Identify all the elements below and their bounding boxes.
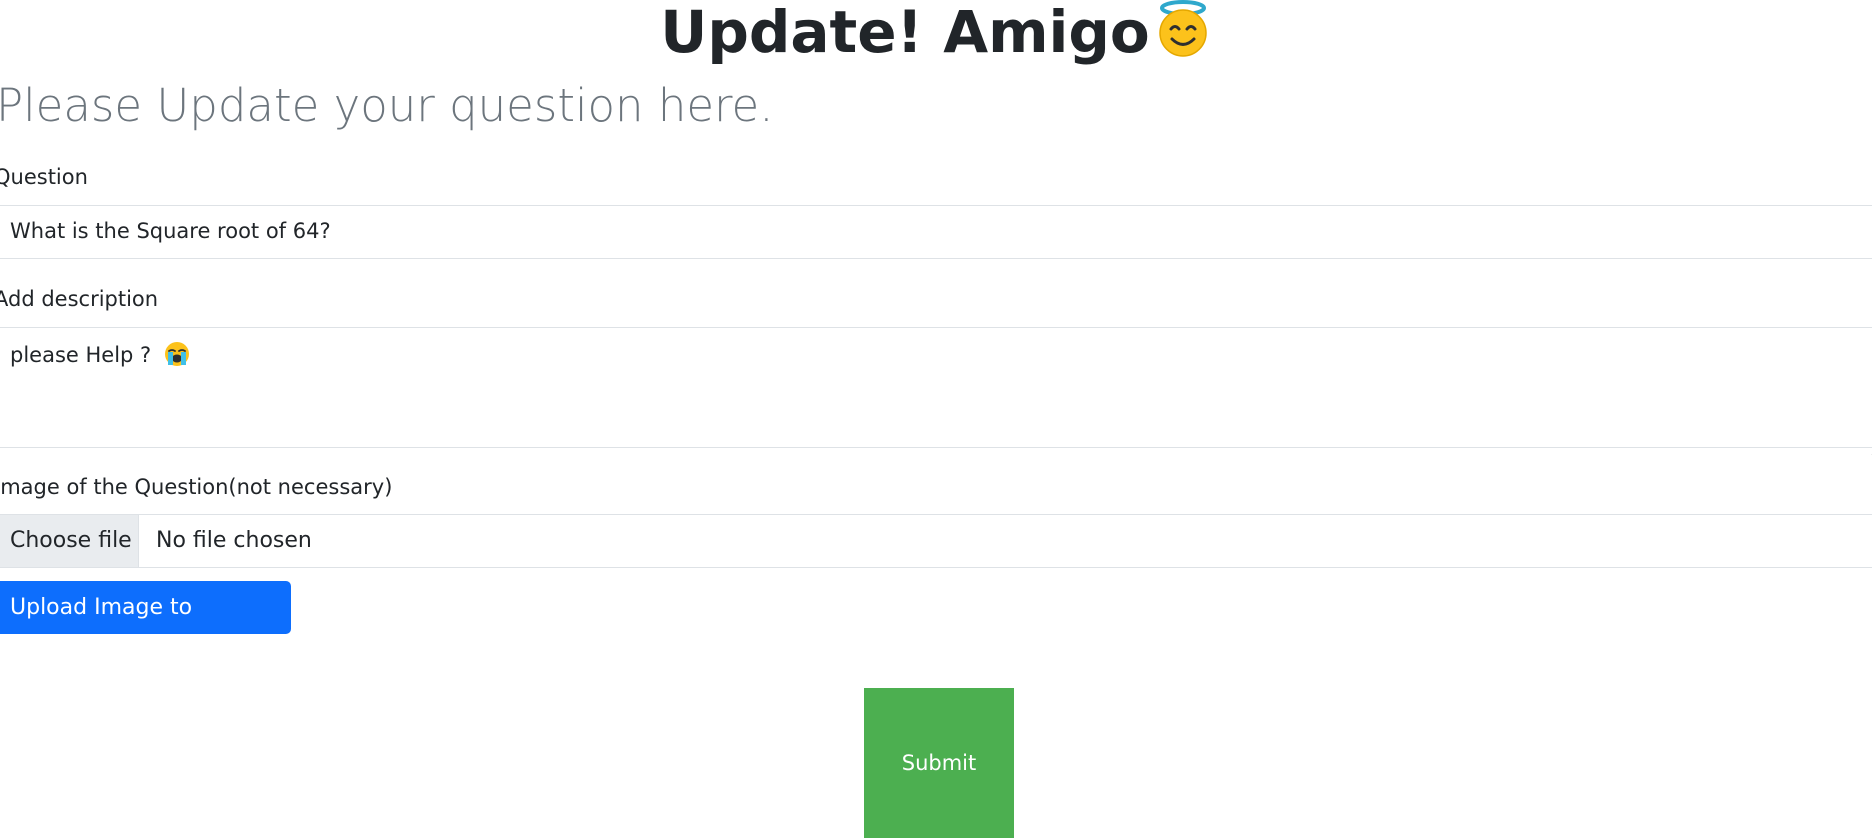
page: Update! Amigo Please Update your questio… [0,0,1872,838]
description-textarea[interactable]: please Help ? [0,327,1872,455]
description-label: Add description [0,287,159,311]
file-status: No file chosen [156,528,312,553]
question-input[interactable]: What is the Square root of 64? [0,205,1872,259]
file-input[interactable]: Choose file No file chosen [0,514,1872,568]
description-textarea-value: please Help ? [10,343,152,367]
question-input-value: What is the Square root of 64? [10,219,331,243]
choose-file-button[interactable]: Choose file [0,515,139,567]
upload-image-button[interactable]: Upload Image to database [0,581,291,673]
loudly-crying-face-icon [164,341,190,372]
smiling-face-with-halo-icon [1154,0,1212,69]
submit-button[interactable]: Submit [864,688,1014,838]
page-subtitle: Please Update your question here. [0,79,774,132]
page-title: Update! Amigo [0,0,1872,69]
image-label: Image of the Question(not necessary) [0,475,393,499]
question-label: Question [0,165,88,189]
page-title-text: Update! Amigo [660,0,1150,66]
